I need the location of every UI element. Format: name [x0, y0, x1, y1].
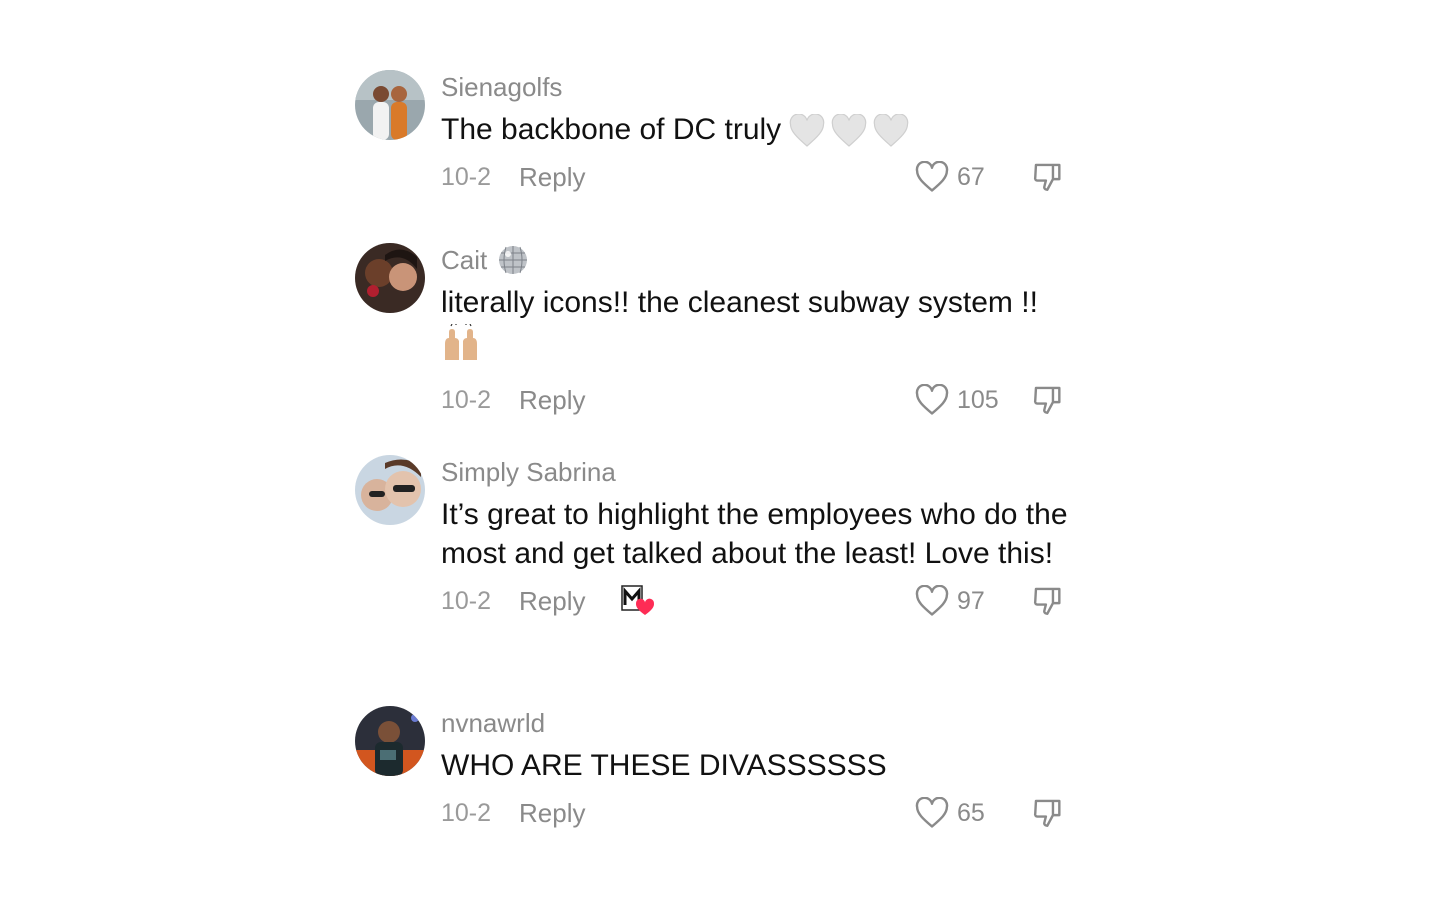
comment-text-content: The backbone of DC truly [441, 113, 782, 146]
comment-meta: 10-2 Reply 97 [441, 583, 1075, 619]
disco-ball-icon [499, 246, 528, 274]
username[interactable]: Sienagolfs [441, 70, 1075, 104]
thumbs-down-icon [1033, 799, 1061, 827]
username-text[interactable]: Cait [441, 243, 487, 277]
comment-meta: 10-2 Reply 67 [441, 159, 1075, 195]
dislike-button[interactable] [1031, 795, 1065, 831]
creator-liked-badge-icon [621, 585, 655, 617]
heart-outline-icon [915, 585, 949, 616]
white-heart-icon [789, 114, 909, 148]
comment-meta: 10-2 Reply 65 [441, 795, 1075, 831]
comment-date: 10-2 [441, 586, 492, 615]
comment-text: literally icons!! the cleanest subway sy… [441, 283, 1075, 372]
comment-text: It’s great to highlight the employees wh… [441, 498, 1068, 570]
reply-button[interactable]: Reply [519, 798, 585, 829]
dislike-button[interactable] [1031, 382, 1065, 418]
comment-text: The backbone of DC truly [441, 110, 1075, 149]
dislike-button[interactable] [1031, 583, 1065, 619]
like-count: 65 [957, 798, 985, 827]
avatar[interactable] [355, 243, 425, 313]
raising-hands-icon [441, 323, 1075, 372]
username[interactable]: Simply Sabrina [441, 455, 1075, 489]
like-count: 105 [957, 385, 999, 414]
thumbs-down-icon [1033, 163, 1061, 191]
like-button[interactable]: 105 [915, 382, 999, 418]
dislike-button[interactable] [1031, 159, 1065, 195]
like-count: 67 [957, 162, 985, 191]
username[interactable]: nvnawrld [441, 706, 1075, 740]
like-button[interactable]: 65 [915, 795, 985, 831]
avatar[interactable] [355, 706, 425, 776]
avatar[interactable] [355, 455, 425, 525]
reply-button[interactable]: Reply [519, 385, 585, 416]
avatar[interactable] [355, 70, 425, 140]
comment-text: WHO ARE THESE DIVASSSSSS [441, 749, 887, 782]
thumbs-down-icon [1033, 587, 1061, 615]
heart-outline-icon [915, 797, 949, 828]
thumbs-down-icon [1033, 386, 1061, 414]
reply-button[interactable]: Reply [519, 586, 585, 617]
comment-date: 10-2 [441, 162, 492, 191]
like-count: 97 [957, 586, 985, 615]
heart-outline-icon [915, 384, 949, 415]
comment-text-content: literally icons!! the cleanest subway sy… [441, 286, 1038, 319]
comment-meta: 10-2 Reply 105 [441, 382, 1075, 418]
reply-button[interactable]: Reply [519, 162, 585, 193]
heart-outline-icon [915, 161, 949, 192]
username: Cait [441, 243, 1075, 277]
comment-date: 10-2 [441, 385, 492, 414]
comment-date: 10-2 [441, 798, 492, 827]
like-button[interactable]: 97 [915, 583, 985, 619]
like-button[interactable]: 67 [915, 159, 985, 195]
